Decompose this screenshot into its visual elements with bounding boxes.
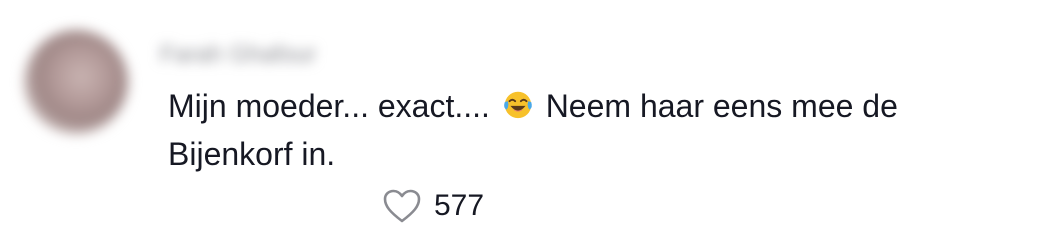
comment-item: Farah Ghafour Mijn moeder... exact.... N… [0,0,1054,248]
comment-username[interactable]: Farah Ghafour [160,38,316,72]
heart-outline-icon[interactable] [382,188,422,224]
like-count: 577 [434,189,485,222]
comment-text: Mijn moeder... exact.... Neem haar eens … [168,82,1028,178]
comment-text-part-1: Mijn moeder... exact.... [168,88,499,124]
like-row: 577 [382,186,484,226]
laughing-tears-emoji-icon [503,91,532,119]
avatar[interactable] [24,30,128,134]
